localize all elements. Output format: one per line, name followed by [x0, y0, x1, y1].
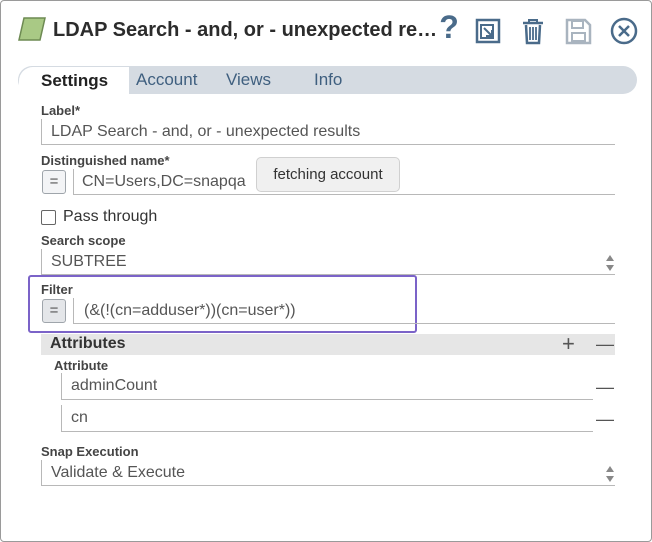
attribute-row-1-value: cn: [71, 409, 88, 426]
attribute-row-0-value: adminCount: [71, 377, 158, 394]
scope-select-value: SUBTREE: [51, 253, 127, 270]
close-icon: [610, 17, 638, 45]
remove-attributes-icon[interactable]: —: [596, 334, 614, 354]
execution-field-title: Snap Execution: [41, 444, 139, 459]
attributes-title: Attributes: [50, 335, 126, 352]
attributes-header: [41, 334, 615, 355]
dn-field-value: CN=Users,DC=snapqa: [82, 173, 246, 190]
export-icon: [475, 18, 501, 44]
remove-attribute-row-0-icon[interactable]: —: [596, 377, 614, 397]
dn-expression-toggle[interactable]: =: [42, 170, 66, 194]
tab-settings[interactable]: Settings: [19, 67, 129, 94]
pass-through-label: Pass through: [63, 208, 158, 225]
dialog-header: LDAP Search - and, or - unexpected res… …: [1, 1, 651, 61]
snap-type-icon: [18, 17, 46, 41]
delete-button[interactable]: [517, 13, 549, 49]
label-field-title: Label*: [41, 103, 81, 118]
close-button[interactable]: [608, 13, 640, 49]
attribute-row-1-field[interactable]: [61, 405, 593, 432]
trash-icon: [523, 19, 543, 45]
snap-settings-dialog: LDAP Search - and, or - unexpected res… …: [0, 0, 652, 542]
execution-dropdown-icon: [606, 466, 614, 482]
execution-select-value: Validate & Execute: [51, 464, 186, 481]
tab-info[interactable]: Info: [314, 66, 342, 94]
fetching-account-tooltip: fetching account: [256, 157, 400, 192]
remove-attribute-row-1-icon[interactable]: —: [596, 409, 614, 429]
help-icon[interactable]: ?: [437, 9, 461, 45]
pass-through-checkbox[interactable]: [41, 210, 56, 225]
tab-account[interactable]: Account: [136, 66, 197, 94]
label-field-value: LDAP Search - and, or - unexpected resul…: [51, 123, 361, 140]
save-button[interactable]: [562, 13, 594, 49]
dn-field-title: Distinguished name*: [41, 153, 170, 168]
scope-field-title: Search scope: [41, 233, 126, 248]
scope-select[interactable]: [41, 249, 615, 275]
filter-field-title: Filter: [41, 282, 73, 297]
filter-expression-toggle[interactable]: =: [42, 299, 66, 323]
save-icon: [565, 18, 592, 45]
tab-bar: Settings Account Views Info: [18, 66, 637, 94]
add-attribute-icon[interactable]: +: [562, 333, 575, 355]
attribute-column-title: Attribute: [54, 358, 109, 373]
dialog-title: LDAP Search - and, or - unexpected res…: [53, 19, 438, 41]
scope-dropdown-icon: [606, 255, 614, 271]
filter-field-value: (&(!(cn=adduser*))(cn=user*)): [84, 302, 296, 319]
tab-views[interactable]: Views: [226, 66, 271, 94]
export-button[interactable]: [472, 13, 504, 49]
